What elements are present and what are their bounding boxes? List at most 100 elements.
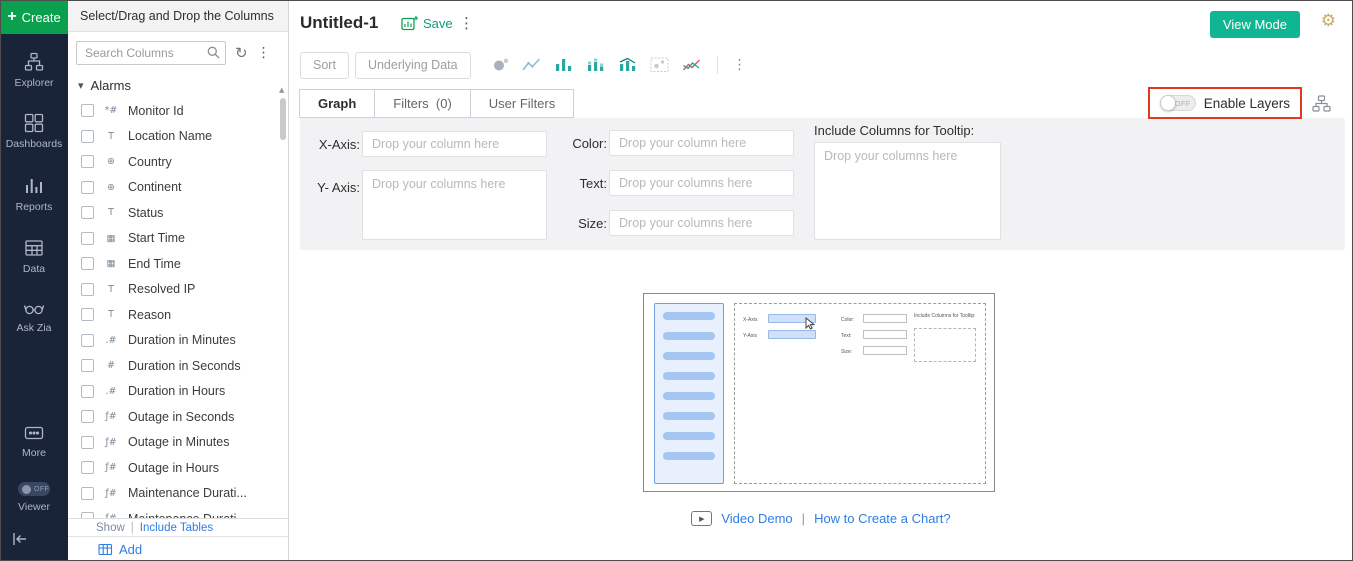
gear-icon[interactable]: ⚙	[1321, 13, 1336, 30]
add-table-button[interactable]: Add	[68, 536, 288, 561]
reports-icon	[24, 176, 44, 196]
column-checkbox[interactable]	[81, 181, 94, 194]
collapse-left-icon	[11, 531, 29, 547]
column-item[interactable]: *#Monitor Id	[68, 98, 279, 124]
column-name: Status	[128, 206, 163, 220]
column-checkbox[interactable]	[81, 308, 94, 321]
sidebar-item-more[interactable]: More	[0, 424, 68, 459]
column-item[interactable]: #Duration in Seconds	[68, 353, 279, 379]
color-drop-zone[interactable]: Drop your column here	[609, 130, 794, 156]
tabs-row: Graph Filters (0) User Filters	[300, 89, 574, 118]
data-icon	[24, 238, 44, 258]
stacked-bar-icon[interactable]	[586, 57, 606, 73]
multi-series-icon[interactable]	[682, 57, 702, 73]
column-item[interactable]: .#Duration in Minutes	[68, 328, 279, 354]
column-item[interactable]: TResolved IP	[68, 277, 279, 303]
chart-help-illustration: X-Axis Y-Axis Color: Text: Size: Include…	[643, 293, 995, 492]
text-drop-zone[interactable]: Drop your columns here	[609, 170, 794, 196]
bubble-chart-icon[interactable]	[650, 57, 670, 73]
sort-button[interactable]: Sort	[300, 52, 349, 79]
column-name: Start Time	[128, 231, 185, 245]
column-checkbox[interactable]	[81, 385, 94, 398]
chevron-down-icon: ▾	[78, 79, 84, 92]
line-chart-icon[interactable]	[522, 57, 542, 73]
size-label: Size:	[555, 216, 607, 231]
column-item[interactable]: ▦Start Time	[68, 226, 279, 252]
column-checkbox[interactable]	[81, 206, 94, 219]
column-item[interactable]: ▦End Time	[68, 251, 279, 277]
show-link[interactable]: Show	[96, 522, 125, 534]
how-to-create-chart-link[interactable]: How to Create a Chart?	[814, 511, 951, 526]
tab-filters[interactable]: Filters (0)	[374, 89, 471, 118]
links-separator: |	[802, 511, 805, 526]
search-columns-box[interactable]	[76, 41, 226, 65]
column-checkbox[interactable]	[81, 487, 94, 500]
sidebar-item-viewer[interactable]: OFF Viewer	[0, 482, 68, 513]
illustration-color-label: Color:	[841, 317, 854, 323]
combo-chart-icon[interactable]	[618, 57, 638, 73]
column-item[interactable]: ƒ#Outage in Hours	[68, 455, 279, 481]
text-type-icon: T	[102, 131, 120, 142]
view-mode-button[interactable]: View Mode	[1210, 11, 1300, 38]
sidebar-item-data[interactable]: Data	[0, 238, 68, 275]
column-checkbox[interactable]	[81, 410, 94, 423]
column-checkbox[interactable]	[81, 232, 94, 245]
table-section-alarms[interactable]: ▾ Alarms	[68, 71, 288, 98]
sidebar-item-label: Dashboards	[6, 138, 63, 150]
column-checkbox[interactable]	[81, 104, 94, 117]
tooltip-drop-zone[interactable]: Drop your columns here	[814, 142, 1001, 240]
scrollbar-thumb[interactable]	[280, 98, 286, 140]
column-checkbox[interactable]	[81, 155, 94, 168]
create-button[interactable]: + Create	[0, 0, 68, 34]
y-axis-drop-zone[interactable]: Drop your columns here	[362, 170, 547, 240]
toolbar-more-icon[interactable]: ⋮	[733, 57, 747, 73]
illustration-builder-area: X-Axis Y-Axis Color: Text: Size: Include…	[734, 303, 986, 484]
sidebar-item-dashboards[interactable]: Dashboards	[0, 113, 68, 150]
bar-chart-icon[interactable]	[554, 57, 574, 73]
search-columns-input[interactable]	[76, 41, 226, 65]
refresh-icon[interactable]: ↻	[235, 46, 248, 61]
column-checkbox[interactable]	[81, 436, 94, 449]
enable-layers-toggle[interactable]: OFF	[1160, 95, 1196, 111]
tab-user-filters[interactable]: User Filters	[470, 89, 574, 118]
column-name: Reason	[128, 308, 171, 322]
scatter-icon[interactable]	[490, 57, 510, 73]
illustration-column-bar	[663, 452, 715, 460]
column-checkbox[interactable]	[81, 359, 94, 372]
hierarchy-icon[interactable]	[1312, 95, 1331, 117]
sidebar-item-explorer[interactable]: Explorer	[0, 52, 68, 89]
column-item[interactable]: ⊕Country	[68, 149, 279, 175]
video-play-icon[interactable]: ▶	[691, 511, 712, 526]
viewer-toggle-icon[interactable]: OFF	[18, 482, 50, 496]
columns-scrollbar[interactable]: ▲	[279, 86, 287, 516]
tab-graph[interactable]: Graph	[299, 89, 375, 118]
underlying-data-button[interactable]: Underlying Data	[355, 52, 471, 79]
column-checkbox[interactable]	[81, 130, 94, 143]
video-demo-link[interactable]: Video Demo	[721, 511, 792, 526]
size-drop-zone[interactable]: Drop your columns here	[609, 210, 794, 236]
column-item[interactable]: TReason	[68, 302, 279, 328]
scroll-up-icon[interactable]: ▲	[279, 86, 284, 94]
more-vertical-icon[interactable]: ⋮	[257, 45, 271, 61]
column-item[interactable]: ƒ#Maintenance Durati...	[68, 481, 279, 507]
illustration-column-bar	[663, 372, 715, 380]
collapse-sidebar-button[interactable]	[11, 531, 29, 552]
column-checkbox[interactable]	[81, 461, 94, 474]
column-item[interactable]: ƒ#Outage in Seconds	[68, 404, 279, 430]
column-item[interactable]: TLocation Name	[68, 124, 279, 150]
title-more-icon[interactable]: ⋮	[459, 14, 474, 32]
column-item[interactable]: ⊕Continent	[68, 175, 279, 201]
column-checkbox[interactable]	[81, 257, 94, 270]
sidebar-item-ask-zia[interactable]: Ask Zia	[0, 299, 68, 334]
column-checkbox[interactable]	[81, 283, 94, 296]
include-tables-link[interactable]: Include Tables	[140, 522, 213, 534]
column-item[interactable]: ƒ#Maintenance Durati...	[68, 506, 279, 518]
x-axis-drop-zone[interactable]: Drop your column here	[362, 131, 547, 157]
column-item[interactable]: .#Duration in Hours	[68, 379, 279, 405]
column-item[interactable]: TStatus	[68, 200, 279, 226]
column-checkbox[interactable]	[81, 334, 94, 347]
column-item[interactable]: ƒ#Outage in Minutes	[68, 430, 279, 456]
sidebar-item-label: Viewer	[18, 501, 50, 513]
sidebar-item-reports[interactable]: Reports	[0, 176, 68, 213]
save-button[interactable]: Save	[401, 15, 453, 31]
